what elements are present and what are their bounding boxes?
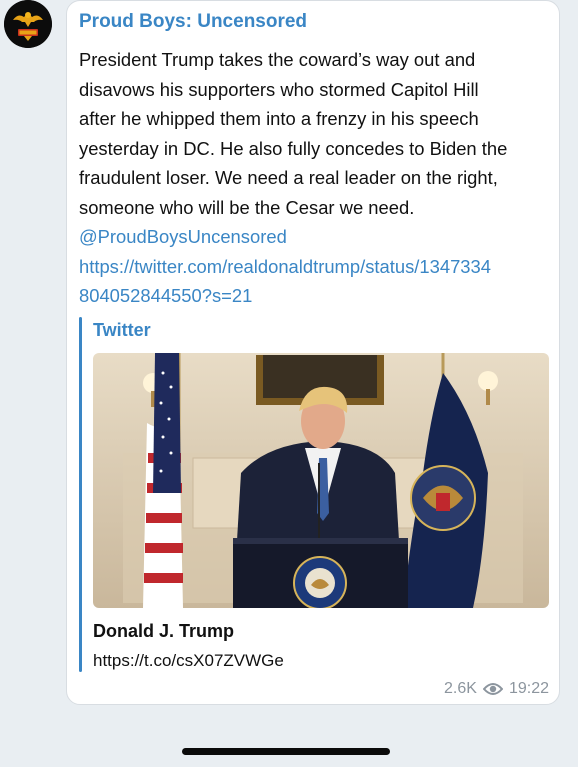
tweet-link[interactable]: https://twitter.com/realdonaldtrump/stat… xyxy=(79,252,547,282)
home-indicator[interactable] xyxy=(182,748,390,755)
message-line: someone who will be the Cesar we need. xyxy=(79,196,415,218)
preview-accent-bar xyxy=(79,317,82,672)
trump-video-thumbnail-icon xyxy=(93,353,549,608)
view-count: 2.6K xyxy=(444,680,477,697)
message-text: President Trump takes the coward’s way o… xyxy=(79,45,547,311)
message-line: disavows his supporters who stormed Capi… xyxy=(79,78,479,100)
preview-image[interactable] xyxy=(93,353,549,608)
eagle-logo-icon xyxy=(4,0,52,48)
channel-avatar[interactable] xyxy=(4,0,52,48)
tweet-link-continued[interactable]: 804052844550?s=21 xyxy=(79,281,547,311)
eye-icon xyxy=(482,683,503,695)
channel-name[interactable]: Proud Boys: Uncensored xyxy=(79,11,307,33)
message-bubble: Proud Boys: Uncensored President Trump t… xyxy=(66,0,560,705)
message-line: yesterday in DC. He also fully concedes … xyxy=(79,137,508,159)
message-meta: 2.6K 19:22 xyxy=(444,680,549,698)
message-line: fraudulent loser. We need a real leader … xyxy=(79,167,498,188)
message-line: after he whipped them into a frenzy in h… xyxy=(79,108,479,129)
message-time: 19:22 xyxy=(508,680,549,697)
mention-link[interactable]: @ProudBoysUncensored xyxy=(79,222,547,252)
message-line: President Trump takes the coward’s way o… xyxy=(79,49,476,70)
link-preview[interactable]: Twitter Donald J. Trump https://t.co/csX… xyxy=(79,317,549,677)
preview-title: Donald J. Trump xyxy=(93,621,235,641)
preview-site-name: Twitter xyxy=(93,320,151,340)
preview-url[interactable]: https://t.co/csX07ZVWGe xyxy=(93,651,284,671)
